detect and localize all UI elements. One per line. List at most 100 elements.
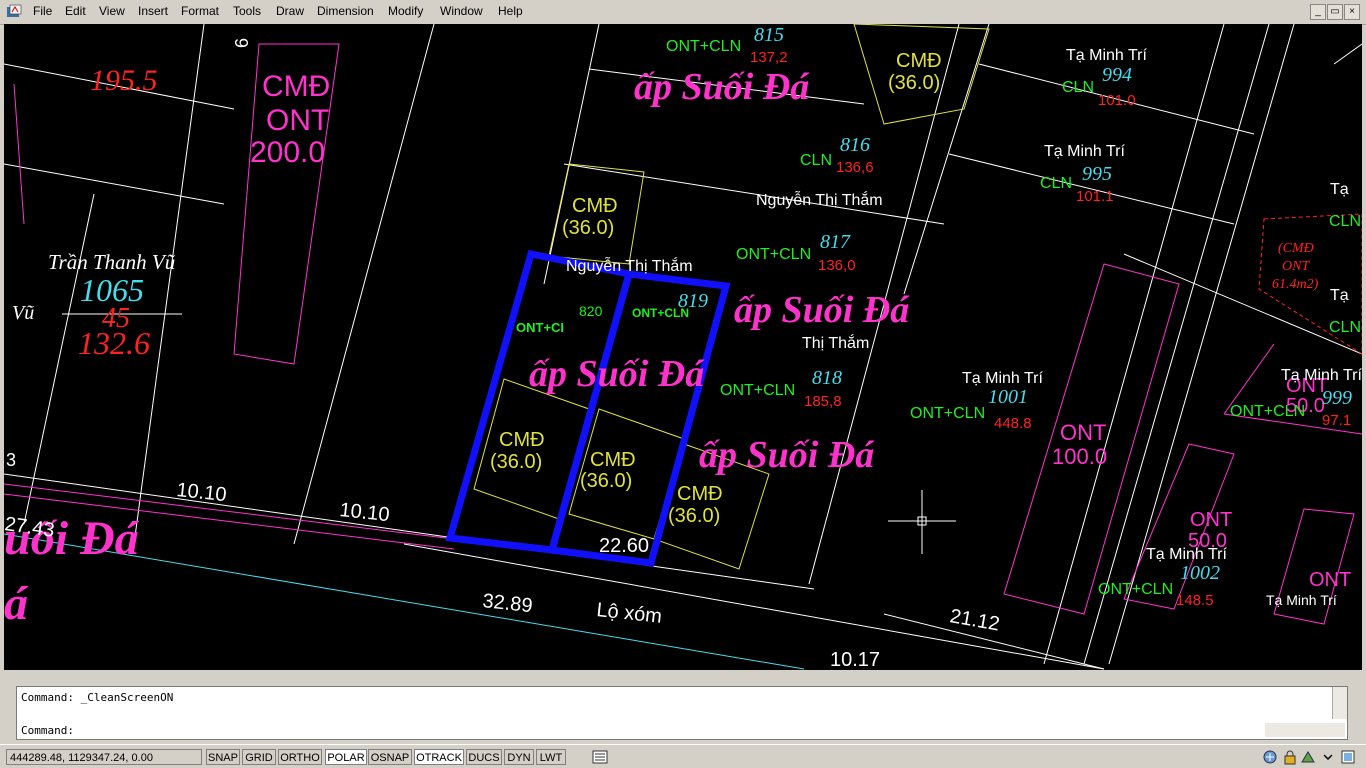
owner-name: Trần Thanh Vũ [48, 250, 176, 274]
owner-name: Tạ [1330, 287, 1349, 304]
dimension-label: 10.17 [830, 649, 880, 670]
hamlet-label: ấp Suối Đá [734, 289, 910, 331]
tray-settings-icon[interactable] [1300, 749, 1316, 765]
cmd-area: (36.0) [490, 451, 542, 473]
drawing-text-layer: ấp Suối Đá ấp Suối Đá ấp Suối Đá ấp Suối… [4, 24, 1362, 670]
land-use-code: CLN [1062, 79, 1094, 96]
coordinates-display[interactable]: 444289.48, 1129347.24, 0.00 [6, 749, 202, 765]
clean-screen-icon[interactable] [1340, 749, 1356, 765]
land-use-code: ONT+CLN [910, 405, 985, 422]
land-use-code: CLN [1329, 213, 1361, 230]
parcel-number: 999 [1322, 387, 1352, 409]
parcel-area: 448.8 [994, 415, 1032, 432]
dimension-label: 10.10 [175, 479, 227, 506]
parcel-area: 195.5 [90, 64, 158, 97]
lock-icon[interactable] [1282, 749, 1298, 765]
parcel-area: 200.0 [250, 136, 325, 169]
snap-toggle[interactable]: SNAP [206, 749, 240, 765]
otrack-toggle[interactable]: OTRACK [414, 749, 464, 765]
menu-view[interactable]: View [99, 4, 125, 18]
parcel-number: 818 [812, 367, 842, 389]
land-use-code: ONT+CLN [666, 38, 741, 55]
cmd-area: (36.0) [580, 470, 632, 492]
parcel-number: 815 [754, 24, 784, 46]
polar-toggle[interactable]: POLAR [325, 749, 367, 765]
communication-center-icon[interactable] [1262, 749, 1278, 765]
parcel-number: 819 [678, 290, 708, 312]
drawing-canvas[interactable]: ấp Suối Đá ấp Suối Đá ấp Suối Đá ấp Suối… [4, 24, 1362, 670]
dimension-label: 32.89 [481, 590, 533, 617]
owner-name: Tạ Minh Trí [962, 370, 1043, 387]
menu-tools[interactable]: Tools [233, 4, 261, 18]
land-use-code: ONT+CLN [720, 382, 795, 399]
grid-toggle[interactable]: GRID [242, 749, 276, 765]
cmd-label: CMĐ [677, 483, 723, 505]
parcel-area: 137,2 [750, 49, 788, 66]
parcel-number: 817 [820, 231, 851, 253]
owner-name: Vũ [12, 302, 34, 324]
owner-name: Thị Thắm [802, 333, 869, 352]
parcel-land-type: ONT [1190, 509, 1232, 531]
command-history-box[interactable]: Command: _CleanScreenON Command: [16, 686, 1348, 740]
dimension-label: 22.60 [599, 535, 649, 557]
dimension-label: 3 [6, 450, 16, 470]
dimension-label: 6 [232, 38, 252, 48]
parcel-number: 995 [1082, 163, 1112, 185]
owner-name: Tạ Minh Trí [1066, 47, 1147, 64]
owner-name: Nguyễn Thị Thắm [566, 256, 693, 275]
parcel-number: 820 [579, 303, 603, 319]
dyn-toggle[interactable]: DYN [504, 749, 534, 765]
land-use-code: CLN [1040, 175, 1072, 192]
restore-button[interactable]: ▭ [1327, 4, 1343, 20]
menu-insert[interactable]: Insert [138, 4, 168, 18]
ortho-toggle[interactable]: ORTHO [278, 749, 322, 765]
menu-draw[interactable]: Draw [276, 4, 304, 18]
parcel-area: 101.1 [1076, 188, 1114, 205]
cmd-label: CMĐ [499, 429, 545, 451]
cmd-label: CMĐ [572, 195, 618, 217]
owner-name: Tạ Minh Trí [1281, 367, 1362, 384]
menu-modify[interactable]: Modify [388, 4, 423, 18]
parcel-land-type: ONT [266, 104, 329, 137]
hamlet-label: ấp Suối Đá [699, 434, 875, 476]
cmd-area: (36.0) [668, 505, 720, 527]
hamlet-label: ấp Suối Đá [634, 66, 810, 108]
menu-help[interactable]: Help [498, 4, 523, 18]
menu-edit[interactable]: Edit [65, 4, 86, 18]
parcel-number: 816 [840, 134, 870, 156]
dimension-label: 10.10 [338, 499, 390, 526]
menu-window[interactable]: Window [440, 4, 483, 18]
cmd-area: (36.0) [888, 72, 940, 94]
owner-name: Tạ [1330, 181, 1349, 198]
lwt-toggle[interactable]: LWT [536, 749, 566, 765]
ducs-toggle[interactable]: DUCS [466, 749, 502, 765]
cmd-label: CMĐ [590, 449, 636, 471]
command-horizontal-scrollbar[interactable] [1265, 723, 1345, 737]
owner-name: Tạ Minh Trí [1146, 546, 1227, 563]
osnap-toggle[interactable]: OSNAP [368, 749, 412, 765]
owner-name: Nguyễn Thị Thắm [756, 190, 883, 209]
parcel-area: 132.6 [78, 325, 150, 361]
command-scrollbar[interactable] [1332, 687, 1347, 719]
parcel-area: 101.0 [1098, 92, 1136, 109]
menu-dimension[interactable]: Dimension [317, 4, 374, 18]
parcel-area: 97.1 [1322, 412, 1351, 429]
parcel-land-type: ONT [1309, 569, 1351, 591]
menu-file[interactable]: File [33, 4, 52, 18]
command-history: Command: _CleanScreenON [21, 691, 174, 704]
minimize-button[interactable]: _ [1310, 4, 1326, 20]
land-use-code: ONT+CLN [736, 246, 811, 263]
chevron-down-icon[interactable] [1320, 749, 1336, 765]
parcel-area: 136,0 [818, 257, 856, 274]
owner-name: Tạ Minh Trí [1266, 592, 1337, 608]
menu-format[interactable]: Format [181, 4, 219, 18]
autocad-app-icon[interactable] [6, 4, 22, 20]
command-prompt[interactable]: Command: [21, 724, 74, 737]
parcel-area: 148.5 [1176, 592, 1214, 609]
hamlet-label: á [4, 577, 29, 630]
close-button[interactable]: × [1344, 4, 1360, 20]
model-layout-icon[interactable] [592, 749, 608, 765]
owner-name: Tạ Minh Trí [1044, 143, 1125, 160]
land-use-code: ONT+CLN [1230, 403, 1305, 420]
menu-bar: File Edit View Insert Format Tools Draw … [0, 0, 1366, 25]
